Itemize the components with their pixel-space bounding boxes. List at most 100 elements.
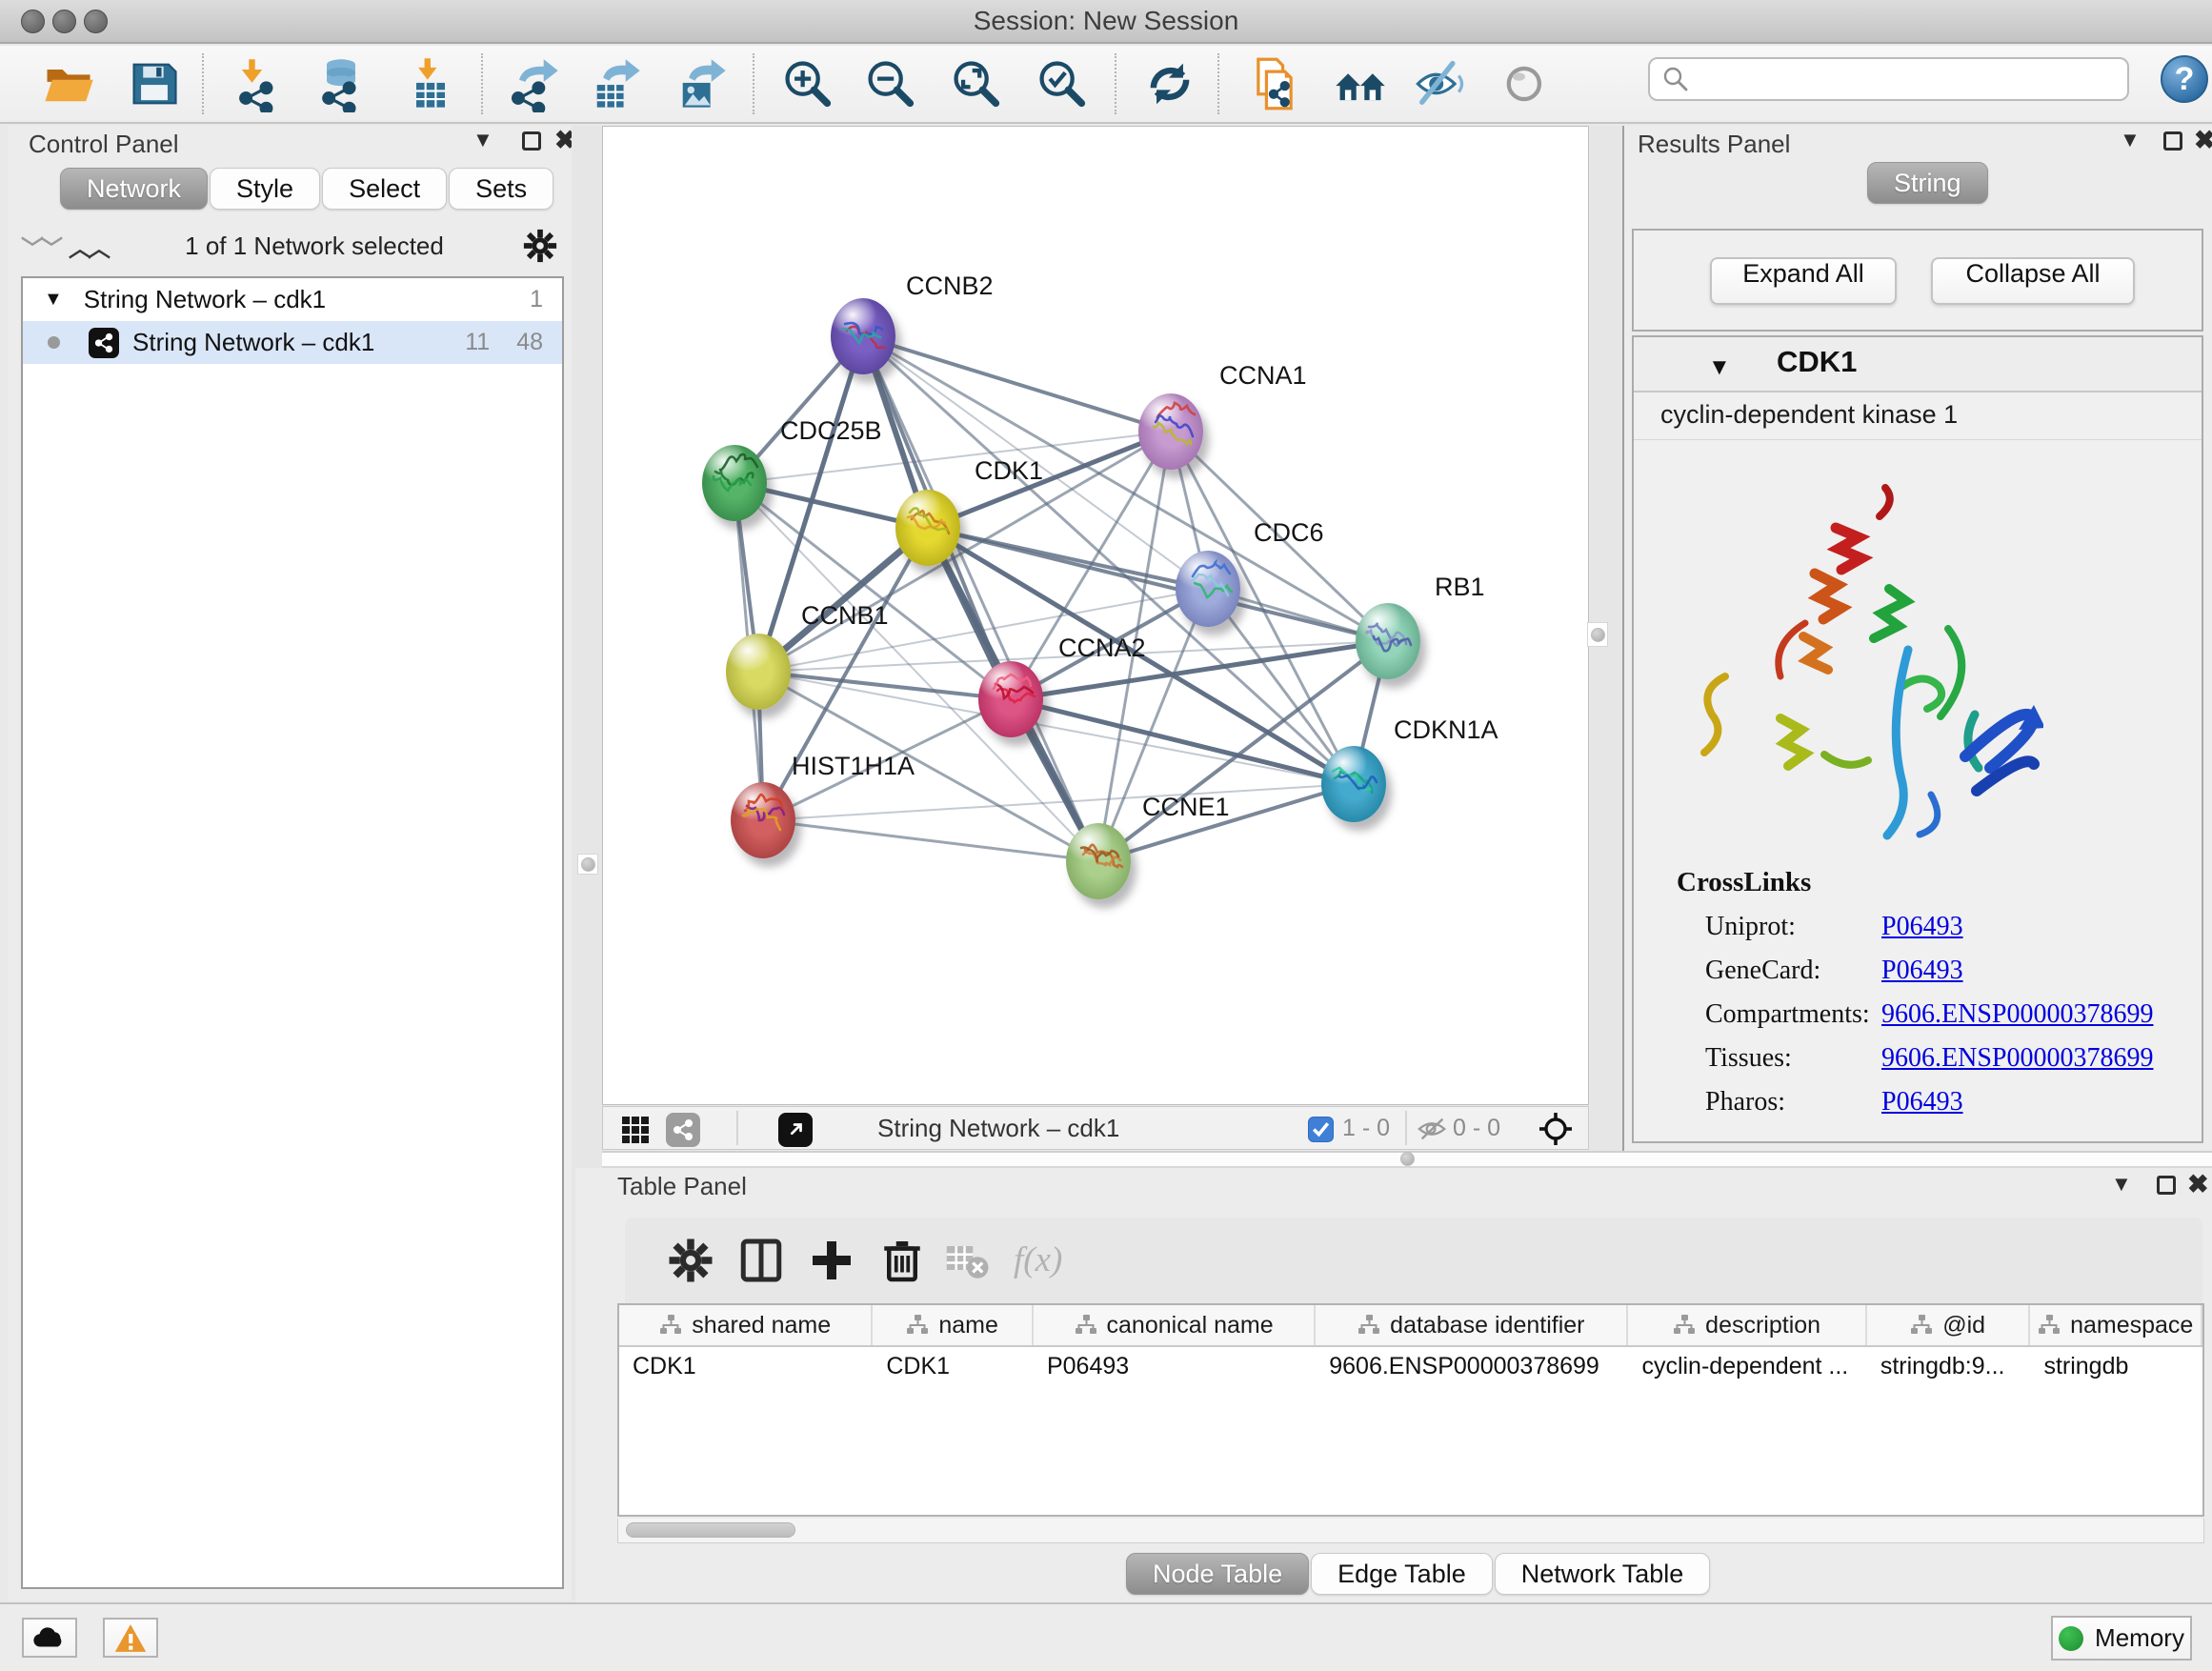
export-image-icon[interactable] [673,55,730,112]
selected-checkbox[interactable] [1308,1117,1334,1142]
delete-columns-icon[interactable] [878,1237,926,1284]
close-panel-icon[interactable]: ✖ [2194,126,2212,151]
tab-edge-table[interactable]: Edge Table [1311,1553,1493,1595]
column-header--id[interactable]: @id [1867,1305,2031,1345]
float-panel-icon[interactable] [2157,1176,2176,1195]
table-horizontal-scrollbar[interactable] [617,1519,2204,1543]
collapse-panel-icon[interactable]: ▼ [2120,128,2141,152]
column-header-canonical-name[interactable]: canonical name [1034,1305,1316,1345]
column-header-name[interactable]: name [873,1305,1034,1345]
crosslink-link[interactable]: 9606.ENSP00000378699 [1881,1043,2153,1074]
network-node-ccnb1[interactable] [726,634,791,710]
crosslink-link[interactable]: P06493 [1881,912,1963,942]
float-panel-icon[interactable] [522,131,541,151]
tab-select[interactable]: Select [322,168,447,210]
hidden-eye-icon[interactable] [1417,1116,1449,1147]
network-canvas[interactable]: CCNB2CCNA1CDC25BCDK1CDC6RB1CCNB1CCNA2CDK… [602,126,1589,1105]
table-cell: stringdb:9... [1867,1347,2031,1385]
apply-preferred-layout-icon[interactable] [1141,55,1198,112]
export-table-icon[interactable] [587,55,644,112]
column-header-description[interactable]: description [1628,1305,1866,1345]
network-edge[interactable] [863,336,1388,641]
network-node-ccne1[interactable] [1066,823,1131,899]
table-settings-gear-icon[interactable] [667,1237,714,1284]
network-edge[interactable] [863,336,1098,861]
network-node-rb1[interactable] [1356,603,1420,679]
zoom-out-icon[interactable] [862,55,919,112]
float-panel-icon[interactable] [2163,131,2182,151]
bottom-splitter-handle[interactable] [1395,1148,1419,1169]
collection-expand-triangle[interactable]: ▼ [44,289,63,311]
tab-sets[interactable]: Sets [449,168,553,210]
crosslink-link[interactable]: 9606.ENSP00000378699 [1881,999,2153,1030]
string-share-icon[interactable] [666,1113,700,1147]
node-table: shared namenamecanonical namedatabase id… [617,1303,2204,1517]
network-edge[interactable] [863,336,1171,432]
help-button[interactable]: ? [2161,55,2208,103]
network-edge[interactable] [1011,699,1354,784]
expand-all-button[interactable]: Expand All [1710,257,1897,305]
right-splitter-handle[interactable] [1587,622,1608,647]
delete-table-icon[interactable] [943,1237,991,1284]
warning-button[interactable] [103,1618,158,1658]
network-node-ccnb2[interactable] [831,298,895,374]
import-network-from-database-icon[interactable] [312,55,370,112]
collapse-panel-icon[interactable]: ▼ [2111,1172,2132,1197]
network-row-selected[interactable]: String Network – cdk1 11 48 [23,321,562,364]
close-panel-icon[interactable]: ✖ [2187,1170,2209,1195]
collapse-all-button[interactable]: Collapse All [1931,257,2135,305]
crosslink-link[interactable]: P06493 [1881,956,1963,986]
create-column-icon[interactable] [808,1237,855,1284]
show-all-icon[interactable] [1498,55,1555,112]
function-builder-icon[interactable]: f(x) [1014,1237,1094,1284]
zoom-fit-content-icon[interactable] [948,55,1005,112]
import-table-from-file-icon[interactable] [402,55,459,112]
crosslink-link[interactable]: P06493 [1881,1087,1963,1117]
save-session-icon[interactable] [126,55,183,112]
collapse-all-networks-icon[interactable]: ﹀﹀ [21,230,59,263]
column-header-namespace[interactable]: namespace [2030,1305,2202,1345]
export-network-icon[interactable] [505,55,562,112]
network-node-ccna2[interactable] [978,661,1043,737]
first-neighbors-icon[interactable] [1332,55,1389,112]
tab-network-table[interactable]: Network Table [1495,1553,1711,1595]
scrollbar-thumb[interactable] [626,1522,795,1538]
show-columns-icon[interactable] [737,1237,785,1284]
column-header-shared-name[interactable]: shared name [619,1305,873,1345]
table-body: CDK1CDK1P064939606.ENSP00000378699cyclin… [619,1347,2202,1385]
import-network-from-file-icon[interactable] [231,55,288,112]
tab-node-table[interactable]: Node Table [1126,1553,1309,1595]
duplicate-network-icon[interactable] [1246,55,1303,112]
network-node-ccna1[interactable] [1138,393,1203,470]
network-node-cdkn1a[interactable] [1321,746,1386,822]
tab-style[interactable]: Style [210,168,320,210]
network-node-cdc6[interactable] [1176,551,1240,627]
network-edge[interactable] [763,820,1098,861]
network-node-cdc25b[interactable] [702,445,767,521]
cloud-button[interactable] [22,1618,77,1658]
grid-view-icon[interactable] [620,1115,651,1145]
zoom-in-icon[interactable] [779,55,836,112]
toolbar-separator [1217,53,1219,114]
left-splitter-handle[interactable] [577,854,598,875]
network-node-hist1h1a[interactable] [731,782,795,858]
tab-network[interactable]: Network [60,168,208,210]
tab-string[interactable]: String [1867,162,1988,204]
collapse-panel-icon[interactable]: ▼ [473,128,493,152]
network-view-title: String Network – cdk1 [877,1114,1119,1143]
open-session-icon[interactable] [40,55,97,112]
network-node-cdk1[interactable] [895,490,960,566]
hide-selected-icon[interactable] [1412,55,1469,112]
birdseye-icon[interactable] [1538,1112,1573,1146]
protein-collapse-triangle[interactable]: ▼ [1708,354,1731,381]
network-collection-row[interactable]: ▼ String Network – cdk1 1 [23,278,562,321]
open-in-window-icon[interactable] [778,1113,813,1147]
zoom-selected-icon[interactable] [1034,55,1091,112]
table-row[interactable]: CDK1CDK1P064939606.ENSP00000378699cyclin… [619,1347,2202,1385]
footer-separator [1405,1111,1407,1145]
column-header-database-identifier[interactable]: database identifier [1316,1305,1628,1345]
expand-all-networks-icon[interactable]: ︿︿ [69,230,107,263]
network-options-gear-icon[interactable] [522,228,558,264]
search-input[interactable] [1698,60,2127,98]
memory-button[interactable]: Memory [2051,1616,2192,1661]
